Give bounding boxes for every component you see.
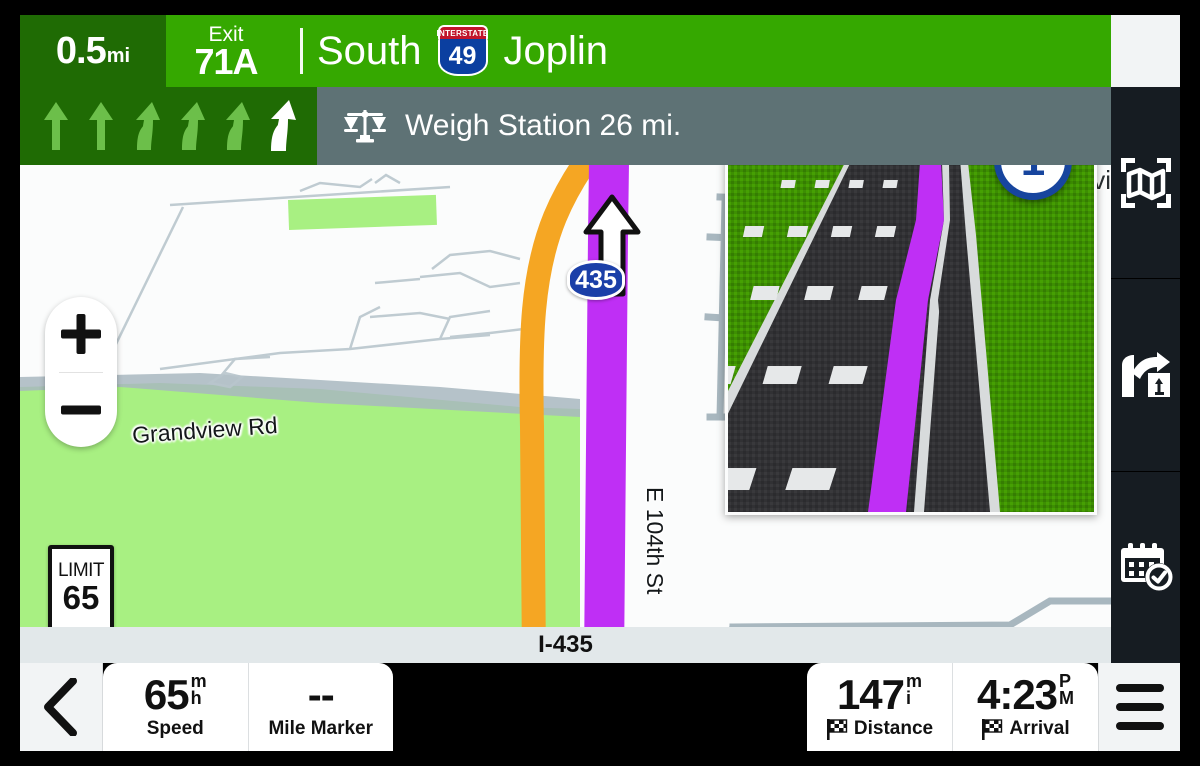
stat-speed[interactable]: 65 m h Speed	[103, 663, 249, 751]
street-label-e-104th-st: E 104th St	[642, 487, 668, 595]
stat-arrival-value: 4:23	[976, 671, 1058, 718]
lane-arrow-curve-right-active	[270, 100, 296, 151]
distance-value: 0.5	[55, 29, 107, 72]
current-road-name: I-435	[538, 631, 593, 658]
lane-arrow-curve-right-1	[136, 102, 161, 150]
stat-distance-label-row: Distance	[826, 718, 933, 740]
exit-number: 71A	[194, 40, 258, 82]
stat-speed-label: Speed	[146, 718, 204, 739]
stat-mile-marker-value-row: --	[307, 671, 335, 718]
header-divider	[300, 28, 303, 74]
right-stat-group: 147 m i Distance 4:23 P M Arrival	[807, 663, 1098, 751]
left-stat-group: 65 m h Speed -- Mile Marker	[103, 663, 393, 751]
interstate-49-shield-icon: INTERSTATE 49	[437, 25, 488, 77]
back-button[interactable]	[20, 663, 103, 751]
stat-arrival-unit-bottom: M	[1059, 688, 1075, 708]
bottom-status-bar: 65 m h Speed -- Mile Marker 147 m i Dist…	[20, 663, 1180, 751]
zoom-in-button[interactable]	[45, 297, 117, 372]
lane-arrow-straight-2	[89, 102, 114, 150]
hamburger-menu-icon-bar-1	[1115, 684, 1164, 692]
alert-banner-text: Weigh Station 26 mi.	[405, 109, 682, 142]
interstate-shield-banner: INTERSTATE	[437, 25, 488, 40]
stat-distance-value-row: 147 m i	[836, 671, 922, 718]
speed-limit-word: LIMIT	[57, 560, 105, 581]
stat-speed-value-row: 65 m h	[143, 671, 207, 718]
bottom-bar-gap	[393, 663, 807, 751]
navigation-screen: LIMIT 65 Grandview Rd E 104th St Grandvi…	[20, 15, 1180, 751]
destination-name: Joplin	[503, 28, 609, 73]
sidebar-item-upcoming-exits[interactable]	[1111, 279, 1180, 472]
destination-block: South INTERSTATE 49 Joplin	[317, 15, 1111, 87]
stat-arrival[interactable]: 4:23 P M Arrival	[953, 663, 1098, 751]
minus-icon	[61, 405, 101, 415]
stat-arrival-label-row: Arrival	[981, 718, 1070, 740]
navigation-header: 0.5 mi Exit 71A South INTERSTATE 49 Jopl…	[20, 15, 1111, 87]
sidebar-item-map-view[interactable]	[1111, 87, 1180, 280]
lane-arrows	[20, 87, 317, 165]
alert-banner[interactable]: Weigh Station 26 mi.	[317, 87, 1111, 165]
current-road-strip: I-435	[20, 627, 1111, 663]
stat-speed-value: 65	[143, 671, 190, 718]
distance-to-turn: 0.5 mi	[20, 15, 166, 87]
stat-distance-value: 147	[836, 671, 905, 718]
stat-mile-marker-label: Mile Marker	[268, 718, 374, 739]
checkered-flag-icon	[826, 719, 848, 740]
zoom-control[interactable]	[45, 297, 117, 447]
hamburger-menu-icon-bar-2	[1115, 703, 1164, 711]
exit-number-block: Exit 71A	[166, 15, 286, 87]
stat-distance-unit: m i	[906, 672, 922, 708]
stat-distance-label: Distance	[853, 718, 934, 739]
scales-icon	[344, 110, 386, 143]
gps-device: LIMIT 65 Grandview Rd E 104th St Grandvi…	[0, 0, 1200, 766]
stat-arrival-label: Arrival	[1009, 718, 1070, 739]
stat-speed-unit-bottom: h	[190, 688, 202, 708]
speed-limit-sign: LIMIT 65	[48, 545, 114, 631]
zoom-out-button[interactable]	[45, 373, 117, 448]
calendar-clock-icon	[1120, 543, 1173, 592]
lane-arrow-curve-right-2	[180, 102, 205, 150]
distance-unit: mi	[106, 44, 131, 67]
hamburger-menu-icon-bar-3	[1115, 722, 1164, 730]
stat-mile-marker[interactable]: -- Mile Marker	[249, 663, 394, 751]
stat-mile-marker-value: --	[307, 671, 335, 718]
lane-guidance-band: Weigh Station 26 mi.	[20, 87, 1111, 165]
stat-arrival-unit: P M	[1059, 672, 1075, 708]
interstate-shield-number: 49	[437, 39, 488, 76]
stat-arrival-value-row: 4:23 P M	[976, 671, 1075, 718]
map-frame-icon	[1120, 157, 1171, 208]
sidebar-item-trip-planner[interactable]	[1111, 472, 1180, 663]
map-tools-sidebar	[1111, 87, 1180, 663]
speed-limit-value: 65	[62, 579, 100, 616]
map-route-shield-435: 435	[567, 260, 625, 300]
menu-button[interactable]	[1098, 663, 1180, 751]
stat-speed-unit: m h	[190, 672, 207, 708]
exit-services-icon	[1121, 351, 1170, 397]
checkered-flag-icon	[982, 719, 1003, 740]
chevron-left-icon	[44, 678, 77, 736]
stat-distance-unit-bottom: i	[906, 688, 912, 708]
lane-arrow-straight-1	[44, 102, 69, 150]
plus-icon	[61, 314, 101, 355]
direction-label: South	[317, 28, 422, 73]
lane-arrow-curve-right-3	[225, 102, 250, 150]
stat-distance[interactable]: 147 m i Distance	[807, 663, 953, 751]
